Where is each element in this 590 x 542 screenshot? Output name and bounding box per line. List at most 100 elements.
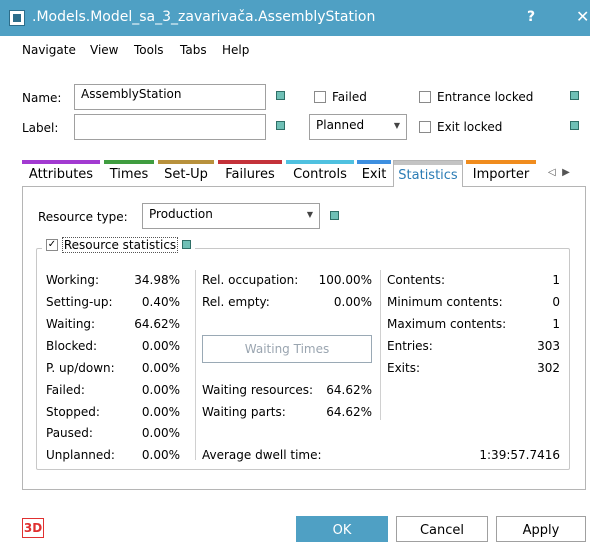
tab-controls[interactable]: Controls bbox=[286, 160, 354, 186]
exit-locked-checkbox[interactable] bbox=[419, 121, 431, 133]
resource-type-value: Production bbox=[149, 207, 213, 221]
menu-navigate[interactable]: Navigate bbox=[22, 43, 76, 57]
stat-minimum-contents-value: 0 bbox=[552, 295, 560, 309]
column-separator bbox=[195, 270, 196, 460]
entrance-inherit-icon[interactable] bbox=[570, 91, 579, 100]
stat-failed-label: Failed: bbox=[46, 383, 85, 397]
title-bar: .Models.Model_sa_3_zavarivača.AssemblySt… bbox=[0, 0, 590, 36]
planned-dropdown[interactable]: Planned ▼ bbox=[309, 114, 407, 140]
tab-scroll: ◁ ▶ bbox=[548, 167, 570, 178]
label-inherit-icon[interactable] bbox=[276, 121, 285, 130]
tab-importer[interactable]: Importer bbox=[466, 160, 536, 186]
stat-blocked-value: 0.00% bbox=[141, 339, 180, 353]
stat-stopped-label: Stopped: bbox=[46, 405, 100, 419]
window-title: .Models.Model_sa_3_zavarivača.AssemblySt… bbox=[32, 9, 376, 25]
menu-tabs[interactable]: Tabs bbox=[180, 43, 207, 57]
stat-rel-empty-value: 0.00% bbox=[333, 295, 372, 309]
chevron-down-icon: ▼ bbox=[393, 121, 400, 130]
chevron-right-icon[interactable]: ▶ bbox=[562, 167, 570, 178]
tab-label: Attributes bbox=[28, 167, 94, 182]
stat-average-dwell-label: Average dwell time: bbox=[202, 448, 322, 462]
stat-rel-empty-label: Rel. empty: bbox=[202, 295, 270, 309]
exit-inherit-icon[interactable] bbox=[570, 121, 579, 130]
chevron-left-icon[interactable]: ◁ bbox=[548, 167, 556, 178]
stat-maximum-contents-label: Maximum contents: bbox=[387, 317, 507, 331]
resource-type-inherit-icon[interactable] bbox=[330, 211, 339, 220]
tab-color-bar bbox=[357, 160, 391, 164]
tab-label: Importer bbox=[472, 167, 530, 182]
failed-checkbox[interactable] bbox=[314, 91, 326, 103]
stat-unplanned-label: Unplanned: bbox=[46, 448, 115, 462]
menu-tools[interactable]: Tools bbox=[134, 43, 164, 57]
stat-maximum-contents-value: 1 bbox=[552, 317, 560, 331]
3d-logo[interactable]: 3D bbox=[22, 518, 44, 538]
tab-times[interactable]: Times bbox=[104, 160, 154, 186]
waiting-times-button[interactable]: Waiting Times bbox=[202, 335, 372, 363]
cancel-button[interactable]: Cancel bbox=[396, 516, 488, 542]
stat-exits-label: Exits: bbox=[387, 361, 421, 375]
label-label: Label: bbox=[22, 121, 59, 135]
stat-entries-value: 303 bbox=[537, 339, 560, 353]
menu-view[interactable]: View bbox=[90, 43, 118, 57]
stat-setting-up-value: 0.40% bbox=[141, 295, 180, 309]
tab-color-bar bbox=[394, 161, 462, 165]
apply-button[interactable]: Apply bbox=[496, 516, 586, 542]
tab-attributes[interactable]: Attributes bbox=[22, 160, 100, 186]
resource-statistics-legend: ✓ Resource statistics bbox=[42, 237, 195, 256]
stat-average-dwell-value: 1:39:57.7416 bbox=[479, 448, 560, 462]
resource-type-dropdown[interactable]: Production ▼ bbox=[142, 203, 320, 229]
tab-label: Statistics bbox=[398, 168, 458, 183]
tab-label: Failures bbox=[225, 167, 275, 182]
stat-waiting-parts-label: Waiting parts: bbox=[202, 405, 286, 419]
stat-entries-label: Entries: bbox=[387, 339, 433, 353]
exit-locked-label: Exit locked bbox=[437, 120, 503, 134]
resource-statistics-checkbox[interactable]: ✓ bbox=[46, 238, 58, 251]
stat-rel-occupation-value: 100.00% bbox=[318, 273, 372, 287]
tab-statistics[interactable]: Statistics bbox=[393, 160, 463, 187]
tab-label: Controls bbox=[293, 167, 347, 182]
help-button[interactable]: ? bbox=[527, 9, 535, 25]
tab-label: Times bbox=[109, 167, 149, 182]
tab-set-up[interactable]: Set-Up bbox=[158, 160, 214, 186]
stat-setting-up-label: Setting-up: bbox=[46, 295, 113, 309]
resource-statistics-inherit-icon[interactable] bbox=[182, 240, 191, 249]
stat-working-value: 34.98% bbox=[134, 273, 180, 287]
stat-waiting-label: Waiting: bbox=[46, 317, 96, 331]
stat-waiting-parts-value: 64.62% bbox=[326, 405, 372, 419]
tab-color-bar bbox=[218, 160, 282, 164]
stat-stopped-value: 0.00% bbox=[141, 405, 180, 419]
menu-help[interactable]: Help bbox=[222, 43, 249, 57]
stat-waiting-value: 64.62% bbox=[134, 317, 180, 331]
entrance-locked-checkbox[interactable] bbox=[419, 91, 431, 103]
stat-waiting-resources-label: Waiting resources: bbox=[202, 383, 314, 397]
stat-contents-value: 1 bbox=[552, 273, 560, 287]
tab-failures[interactable]: Failures bbox=[218, 160, 282, 186]
label-field[interactable] bbox=[74, 114, 266, 140]
close-icon[interactable]: ✕ bbox=[576, 7, 589, 26]
entrance-locked-label: Entrance locked bbox=[437, 90, 534, 104]
tab-color-bar bbox=[104, 160, 154, 164]
resource-statistics-label: Resource statistics bbox=[61, 237, 179, 253]
tab-label: Exit bbox=[361, 167, 387, 182]
name-label: Name: bbox=[22, 91, 62, 105]
tab-color-bar bbox=[22, 160, 100, 164]
name-inherit-icon[interactable] bbox=[276, 91, 285, 100]
menu-bar: Navigate View Tools Tabs Help bbox=[0, 36, 590, 62]
stat-p-up-down-label: P. up/down: bbox=[46, 361, 115, 375]
failed-label: Failed bbox=[332, 90, 367, 104]
stat-working-label: Working: bbox=[46, 273, 99, 287]
stat-unplanned-value: 0.00% bbox=[141, 448, 180, 462]
stat-failed-value: 0.00% bbox=[141, 383, 180, 397]
stat-minimum-contents-label: Minimum contents: bbox=[387, 295, 503, 309]
stat-p-up-down-value: 0.00% bbox=[141, 361, 180, 375]
name-field[interactable]: AssemblyStation bbox=[74, 84, 266, 110]
tab-exit[interactable]: Exit bbox=[357, 160, 391, 186]
tab-color-bar bbox=[286, 160, 354, 164]
stat-exits-value: 302 bbox=[537, 361, 560, 375]
ok-button[interactable]: OK bbox=[296, 516, 388, 542]
planned-value: Planned bbox=[316, 118, 365, 132]
resource-type-label: Resource type: bbox=[38, 210, 128, 224]
chevron-down-icon: ▼ bbox=[306, 210, 313, 219]
tab-label: Set-Up bbox=[164, 167, 208, 182]
stat-waiting-resources-value: 64.62% bbox=[326, 383, 372, 397]
